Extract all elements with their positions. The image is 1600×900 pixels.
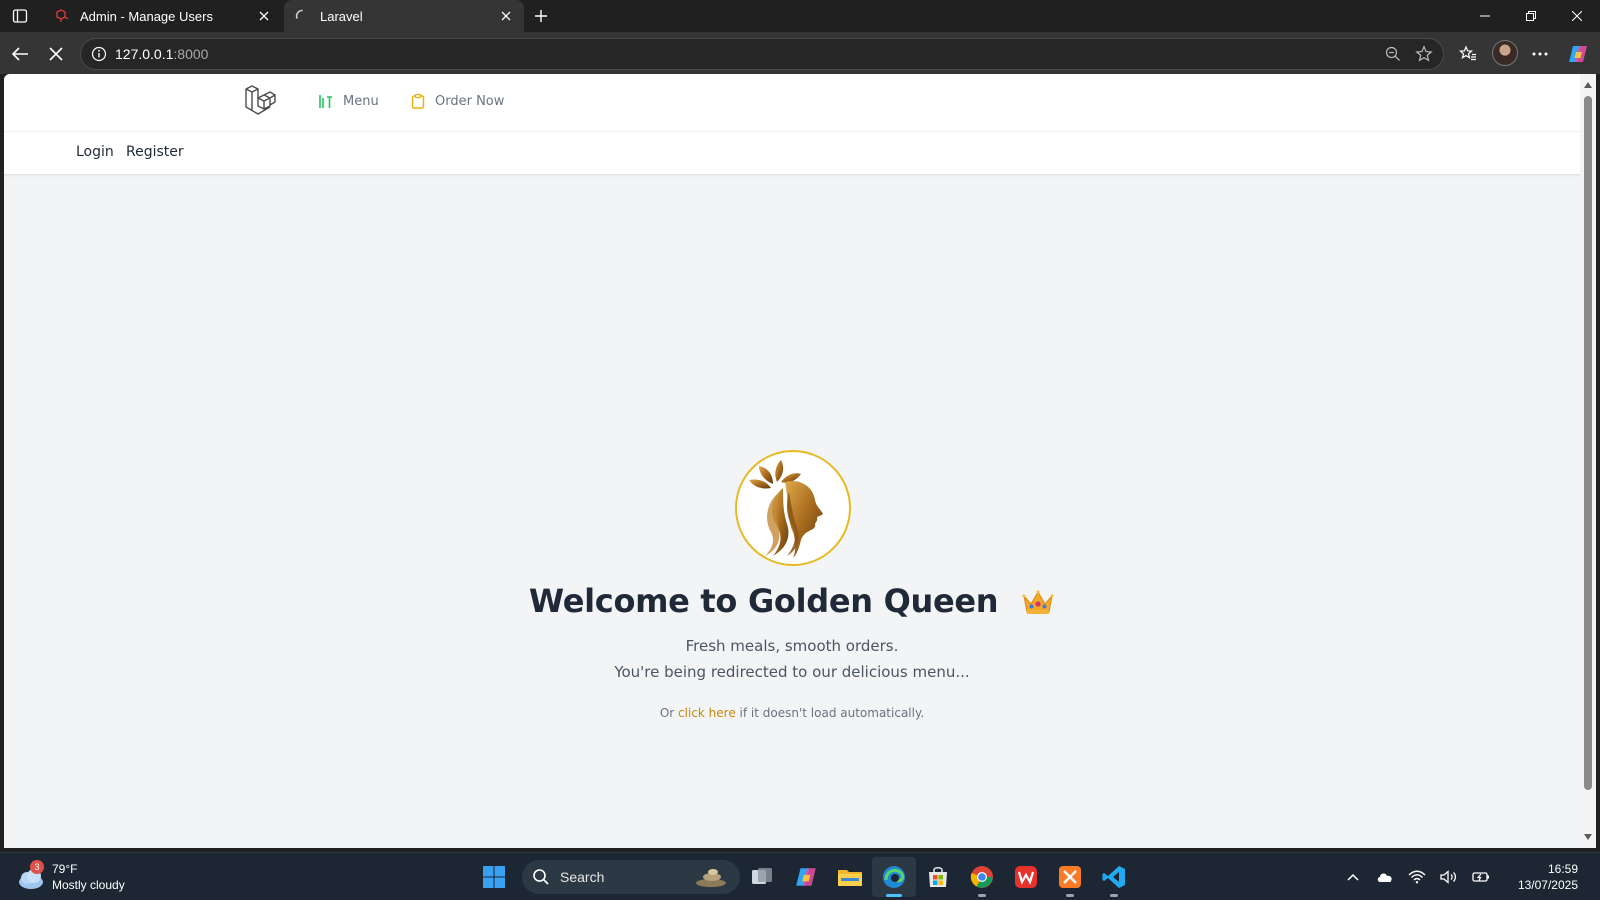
- hero-redirect-message: You're being redirected to our delicious…: [614, 663, 970, 681]
- fallback-suffix: if it doesn't load automatically.: [739, 706, 925, 720]
- clock-time: 16:59: [1547, 862, 1578, 876]
- close-tab-icon[interactable]: [256, 8, 272, 24]
- golden-queen-logo: [735, 450, 851, 566]
- profile-avatar[interactable]: [1492, 40, 1518, 66]
- nav-menu-label: Menu: [343, 93, 379, 109]
- running-indicator: [1110, 894, 1118, 897]
- xampp-icon[interactable]: [1048, 857, 1092, 897]
- primary-navbar: Menu Order Now: [4, 74, 1580, 132]
- click-here-link[interactable]: click here: [678, 706, 736, 720]
- search-highlight-icon: [696, 869, 726, 887]
- notification-badge: 3: [30, 860, 44, 874]
- chevron-up-icon[interactable]: [1342, 866, 1364, 888]
- address-bar[interactable]: 127.0.0.1:8000: [80, 38, 1444, 70]
- close-tab-icon[interactable]: [498, 8, 514, 24]
- loading-spinner-icon: [294, 8, 310, 24]
- system-tray: [1342, 865, 1492, 889]
- onedrive-cloud-icon[interactable]: [1374, 866, 1396, 888]
- chrome-icon[interactable]: [960, 857, 1004, 897]
- cloudy-weather-icon: 3: [16, 860, 46, 892]
- search-icon: [533, 869, 549, 885]
- copilot-app-icon[interactable]: [784, 857, 828, 897]
- browser-toolbar: 127.0.0.1:8000: [0, 32, 1600, 74]
- tab-laravel[interactable]: Laravel: [284, 0, 524, 32]
- page-viewport: Menu Order Now Login Register Welcome to…: [4, 74, 1580, 848]
- url-text: 127.0.0.1:8000: [115, 46, 208, 62]
- tab-title: Admin - Manage Users: [80, 8, 213, 24]
- site-info-icon[interactable]: [89, 44, 109, 64]
- stop-loading-icon[interactable]: [42, 40, 70, 68]
- page-scrollbar[interactable]: [1580, 74, 1596, 848]
- more-options-icon[interactable]: [1526, 40, 1554, 68]
- scroll-down-icon[interactable]: [1583, 832, 1593, 842]
- restore-icon[interactable]: [1508, 0, 1554, 32]
- microsoft-store-icon[interactable]: [916, 857, 960, 897]
- file-explorer-icon[interactable]: [828, 857, 872, 897]
- fallback-message: Or click here if it doesn't load automat…: [4, 706, 1580, 720]
- fallback-prefix: Or: [659, 706, 675, 720]
- task-view-icon[interactable]: [740, 857, 784, 897]
- taskbar-apps: Search: [476, 857, 1136, 897]
- wifi-icon[interactable]: [1406, 866, 1428, 888]
- welcome-heading: Welcome to Golden Queen: [4, 582, 1580, 620]
- windows-start-icon[interactable]: [476, 859, 512, 895]
- weather-widget[interactable]: 3 79°F Mostly cloudy: [16, 859, 125, 895]
- scrollbar-thumb[interactable]: [1584, 96, 1592, 790]
- url-host: 127.0.0.1: [115, 46, 174, 62]
- copilot-icon[interactable]: [1564, 40, 1592, 68]
- browser-tab-strip: Admin - Manage Users Laravel: [0, 0, 1600, 32]
- new-tab-button[interactable]: [530, 5, 552, 27]
- tab-admin-manage-users[interactable]: Admin - Manage Users: [44, 0, 282, 32]
- back-arrow-icon[interactable]: [6, 40, 34, 68]
- vscode-icon[interactable]: [1092, 857, 1136, 897]
- running-indicator: [1066, 894, 1074, 897]
- nav-order-now-link[interactable]: Order Now: [410, 93, 504, 109]
- close-window-icon[interactable]: [1554, 0, 1600, 32]
- weather-temperature: 79°F: [52, 862, 78, 876]
- favorite-star-icon[interactable]: [1413, 44, 1435, 64]
- battery-charging-icon[interactable]: [1470, 866, 1492, 888]
- running-indicator: [978, 894, 986, 897]
- zoom-out-icon[interactable]: [1383, 44, 1403, 64]
- window-controls: [1462, 0, 1600, 32]
- clock-date: 13/07/2025: [1517, 878, 1578, 892]
- edge-browser-icon[interactable]: [872, 857, 916, 897]
- search-label: Search: [560, 869, 605, 885]
- nav-order-now-label: Order Now: [435, 93, 505, 109]
- favorites-icon[interactable]: [1454, 40, 1482, 68]
- volume-icon[interactable]: [1438, 866, 1460, 888]
- scroll-up-icon[interactable]: [1583, 80, 1593, 90]
- bar-chart-icon: [318, 93, 334, 109]
- taskbar-search-box[interactable]: Search: [522, 860, 740, 894]
- hero-tagline: Fresh meals, smooth orders.: [685, 637, 899, 655]
- register-link[interactable]: Register: [126, 144, 184, 160]
- tab-title: Laravel: [320, 8, 363, 24]
- laravel-logo-icon[interactable]: [244, 84, 276, 118]
- wps-office-icon[interactable]: [1004, 857, 1048, 897]
- clipboard-icon: [410, 93, 426, 109]
- windows-taskbar: 3 79°F Mostly cloudy Search 16:59 13/07/…: [0, 852, 1600, 900]
- running-indicator: [886, 894, 902, 897]
- nav-menu-link[interactable]: Menu: [318, 93, 379, 109]
- system-clock[interactable]: 16:59 13/07/2025: [1518, 861, 1578, 893]
- url-port: :8000: [173, 46, 209, 62]
- crown-icon: [1021, 586, 1055, 614]
- weather-condition: Mostly cloudy: [52, 878, 125, 892]
- minimize-icon[interactable]: [1462, 0, 1508, 32]
- welcome-heading-text: Welcome to Golden Queen: [528, 582, 999, 620]
- tab-actions-icon[interactable]: [8, 5, 32, 27]
- login-link[interactable]: Login: [76, 144, 114, 160]
- auth-navbar: Login Register: [4, 132, 1580, 175]
- laravel-favicon-icon: [54, 8, 70, 24]
